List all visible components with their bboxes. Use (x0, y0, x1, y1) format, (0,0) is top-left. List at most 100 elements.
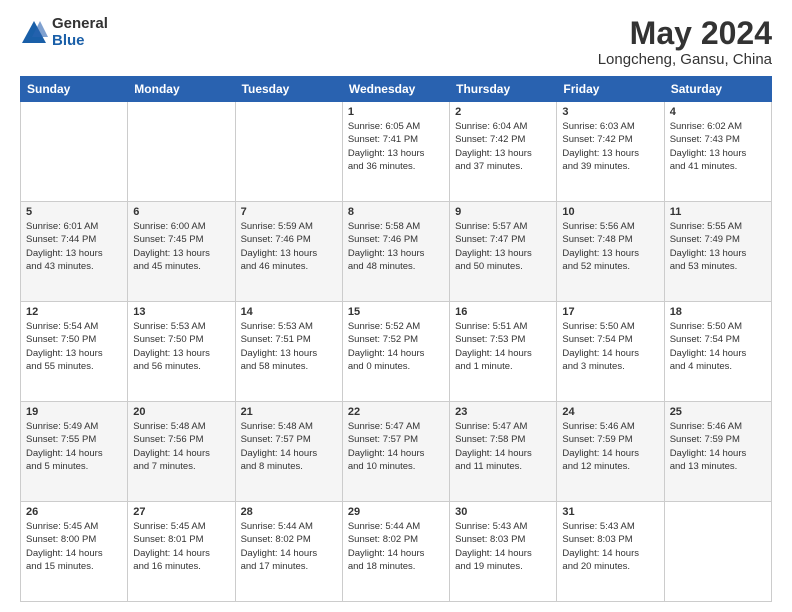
day-number: 26 (26, 506, 122, 518)
calendar-cell: 30 Sunrise: 5:43 AM Sunset: 8:03 PM Dayli… (450, 502, 557, 602)
day-info: Sunrise: 5:50 AM Sunset: 7:54 PM Dayligh… (562, 320, 658, 373)
calendar-cell: 18 Sunrise: 5:50 AM Sunset: 7:54 PM Dayli… (664, 302, 771, 402)
day-info: Sunrise: 5:54 AM Sunset: 7:50 PM Dayligh… (26, 320, 122, 373)
day-number: 24 (562, 406, 658, 418)
day-info: Sunrise: 5:43 AM Sunset: 8:03 PM Dayligh… (455, 520, 551, 573)
calendar-cell: 17 Sunrise: 5:50 AM Sunset: 7:54 PM Dayli… (557, 302, 664, 402)
day-number: 7 (241, 206, 337, 218)
calendar-header-friday: Friday (557, 77, 664, 102)
day-info: Sunrise: 5:47 AM Sunset: 7:58 PM Dayligh… (455, 420, 551, 473)
day-info: Sunrise: 5:45 AM Sunset: 8:01 PM Dayligh… (133, 520, 229, 573)
calendar-cell: 6 Sunrise: 6:00 AM Sunset: 7:45 PM Daylig… (128, 202, 235, 302)
calendar-header-saturday: Saturday (664, 77, 771, 102)
calendar-cell: 29 Sunrise: 5:44 AM Sunset: 8:02 PM Dayli… (342, 502, 449, 602)
calendar-cell: 20 Sunrise: 5:48 AM Sunset: 7:56 PM Dayli… (128, 402, 235, 502)
day-info: Sunrise: 5:48 AM Sunset: 7:57 PM Dayligh… (241, 420, 337, 473)
day-info: Sunrise: 5:53 AM Sunset: 7:50 PM Dayligh… (133, 320, 229, 373)
calendar-cell: 12 Sunrise: 5:54 AM Sunset: 7:50 PM Dayli… (21, 302, 128, 402)
day-info: Sunrise: 6:04 AM Sunset: 7:42 PM Dayligh… (455, 120, 551, 173)
day-number: 15 (348, 306, 444, 318)
calendar-cell (664, 502, 771, 602)
day-number: 8 (348, 206, 444, 218)
calendar-cell: 14 Sunrise: 5:53 AM Sunset: 7:51 PM Dayli… (235, 302, 342, 402)
calendar-cell: 9Sunrise: 5:57 AM Sunset: 7:47 PM Daylig… (450, 202, 557, 302)
main-title: May 2024 (598, 16, 772, 51)
day-info: Sunrise: 6:05 AM Sunset: 7:41 PM Dayligh… (348, 120, 444, 173)
calendar: SundayMondayTuesdayWednesdayThursdayFrid… (20, 76, 772, 602)
calendar-cell: 25 Sunrise: 5:46 AM Sunset: 7:59 PM Dayli… (664, 402, 771, 502)
day-number: 2 (455, 106, 551, 118)
calendar-week-row: 19Sunrise: 5:49 AM Sunset: 7:55 PM Dayli… (21, 402, 772, 502)
day-info: Sunrise: 5:50 AM Sunset: 7:54 PM Dayligh… (670, 320, 766, 373)
day-number: 29 (348, 506, 444, 518)
page: General Blue May 2024 Longcheng, Gansu, … (0, 0, 792, 612)
day-number: 31 (562, 506, 658, 518)
subtitle: Longcheng, Gansu, China (598, 51, 772, 68)
calendar-cell: 27 Sunrise: 5:45 AM Sunset: 8:01 PM Dayli… (128, 502, 235, 602)
calendar-cell: 31Sunrise: 5:43 AM Sunset: 8:03 PM Dayli… (557, 502, 664, 602)
day-info: Sunrise: 6:02 AM Sunset: 7:43 PM Dayligh… (670, 120, 766, 173)
day-number: 22 (348, 406, 444, 418)
calendar-week-row: 26Sunrise: 5:45 AM Sunset: 8:00 PM Dayli… (21, 502, 772, 602)
day-number: 1 (348, 106, 444, 118)
calendar-header-row: SundayMondayTuesdayWednesdayThursdayFrid… (21, 77, 772, 102)
day-number: 14 (241, 306, 337, 318)
logo-general: General (52, 16, 108, 33)
calendar-cell: 21 Sunrise: 5:48 AM Sunset: 7:57 PM Dayli… (235, 402, 342, 502)
day-info: Sunrise: 5:49 AM Sunset: 7:55 PM Dayligh… (26, 420, 122, 473)
day-number: 20 (133, 406, 229, 418)
day-info: Sunrise: 6:00 AM Sunset: 7:45 PM Dayligh… (133, 220, 229, 273)
day-number: 4 (670, 106, 766, 118)
day-number: 12 (26, 306, 122, 318)
day-number: 9 (455, 206, 551, 218)
day-info: Sunrise: 5:52 AM Sunset: 7:52 PM Dayligh… (348, 320, 444, 373)
day-info: Sunrise: 5:46 AM Sunset: 7:59 PM Dayligh… (670, 420, 766, 473)
calendar-cell: 16Sunrise: 5:51 AM Sunset: 7:53 PM Dayli… (450, 302, 557, 402)
calendar-cell: 23 Sunrise: 5:47 AM Sunset: 7:58 PM Dayli… (450, 402, 557, 502)
calendar-cell: 5Sunrise: 6:01 AM Sunset: 7:44 PM Daylig… (21, 202, 128, 302)
calendar-header-wednesday: Wednesday (342, 77, 449, 102)
day-info: Sunrise: 5:55 AM Sunset: 7:49 PM Dayligh… (670, 220, 766, 273)
calendar-cell: 19Sunrise: 5:49 AM Sunset: 7:55 PM Dayli… (21, 402, 128, 502)
day-number: 27 (133, 506, 229, 518)
calendar-cell: 1 Sunrise: 6:05 AM Sunset: 7:41 PM Daylig… (342, 102, 449, 202)
day-number: 3 (562, 106, 658, 118)
title-block: May 2024 Longcheng, Gansu, China (598, 16, 772, 68)
day-number: 23 (455, 406, 551, 418)
day-info: Sunrise: 5:56 AM Sunset: 7:48 PM Dayligh… (562, 220, 658, 273)
calendar-cell: 4 Sunrise: 6:02 AM Sunset: 7:43 PM Daylig… (664, 102, 771, 202)
day-info: Sunrise: 5:51 AM Sunset: 7:53 PM Dayligh… (455, 320, 551, 373)
calendar-cell: 28Sunrise: 5:44 AM Sunset: 8:02 PM Dayli… (235, 502, 342, 602)
day-number: 21 (241, 406, 337, 418)
calendar-header-monday: Monday (128, 77, 235, 102)
day-number: 5 (26, 206, 122, 218)
calendar-cell: 22Sunrise: 5:47 AM Sunset: 7:57 PM Dayli… (342, 402, 449, 502)
day-info: Sunrise: 5:44 AM Sunset: 8:02 PM Dayligh… (241, 520, 337, 573)
calendar-cell: 11 Sunrise: 5:55 AM Sunset: 7:49 PM Dayli… (664, 202, 771, 302)
day-info: Sunrise: 5:48 AM Sunset: 7:56 PM Dayligh… (133, 420, 229, 473)
calendar-cell: 7 Sunrise: 5:59 AM Sunset: 7:46 PM Daylig… (235, 202, 342, 302)
calendar-cell: 26Sunrise: 5:45 AM Sunset: 8:00 PM Dayli… (21, 502, 128, 602)
calendar-cell: 24 Sunrise: 5:46 AM Sunset: 7:59 PM Dayli… (557, 402, 664, 502)
day-number: 13 (133, 306, 229, 318)
day-number: 18 (670, 306, 766, 318)
day-number: 25 (670, 406, 766, 418)
logo-icon (20, 19, 48, 47)
logo: General Blue (20, 16, 108, 49)
calendar-cell (21, 102, 128, 202)
day-number: 11 (670, 206, 766, 218)
calendar-cell: 2 Sunrise: 6:04 AM Sunset: 7:42 PM Daylig… (450, 102, 557, 202)
header: General Blue May 2024 Longcheng, Gansu, … (20, 16, 772, 68)
calendar-week-row: 5Sunrise: 6:01 AM Sunset: 7:44 PM Daylig… (21, 202, 772, 302)
day-number: 10 (562, 206, 658, 218)
day-info: Sunrise: 5:58 AM Sunset: 7:46 PM Dayligh… (348, 220, 444, 273)
day-info: Sunrise: 5:46 AM Sunset: 7:59 PM Dayligh… (562, 420, 658, 473)
day-number: 17 (562, 306, 658, 318)
calendar-header-tuesday: Tuesday (235, 77, 342, 102)
day-number: 6 (133, 206, 229, 218)
day-info: Sunrise: 5:44 AM Sunset: 8:02 PM Dayligh… (348, 520, 444, 573)
calendar-cell (235, 102, 342, 202)
day-info: Sunrise: 5:59 AM Sunset: 7:46 PM Dayligh… (241, 220, 337, 273)
day-number: 30 (455, 506, 551, 518)
day-info: Sunrise: 5:53 AM Sunset: 7:51 PM Dayligh… (241, 320, 337, 373)
